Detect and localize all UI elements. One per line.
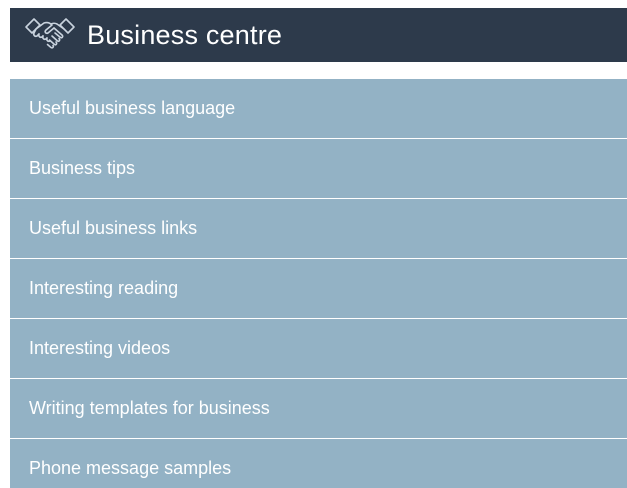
menu-item-label: Useful business links <box>29 218 198 238</box>
menu-item-label: Useful business language <box>29 98 236 118</box>
section-header: Business centre <box>10 8 627 62</box>
menu-item-phone-message-samples[interactable]: Phone message samples <box>10 439 627 488</box>
page-title: Business centre <box>87 19 283 50</box>
menu-item-interesting-videos[interactable]: Interesting videos <box>10 319 627 379</box>
menu-item-label: Writing templates for business <box>29 398 270 418</box>
menu-item-business-tips[interactable]: Business tips <box>10 139 627 199</box>
menu-item-useful-business-links[interactable]: Useful business links <box>10 199 627 259</box>
menu-item-label: Interesting reading <box>29 278 179 298</box>
menu-item-useful-business-language[interactable]: Useful business language <box>10 79 627 139</box>
business-menu: Useful business language Business tips U… <box>10 79 627 488</box>
menu-item-writing-templates[interactable]: Writing templates for business <box>10 379 627 439</box>
handshake-icon <box>23 13 77 57</box>
menu-item-label: Business tips <box>29 158 136 178</box>
menu-item-interesting-reading[interactable]: Interesting reading <box>10 259 627 319</box>
menu-item-label: Interesting videos <box>29 338 171 358</box>
menu-item-label: Phone message samples <box>29 458 232 478</box>
